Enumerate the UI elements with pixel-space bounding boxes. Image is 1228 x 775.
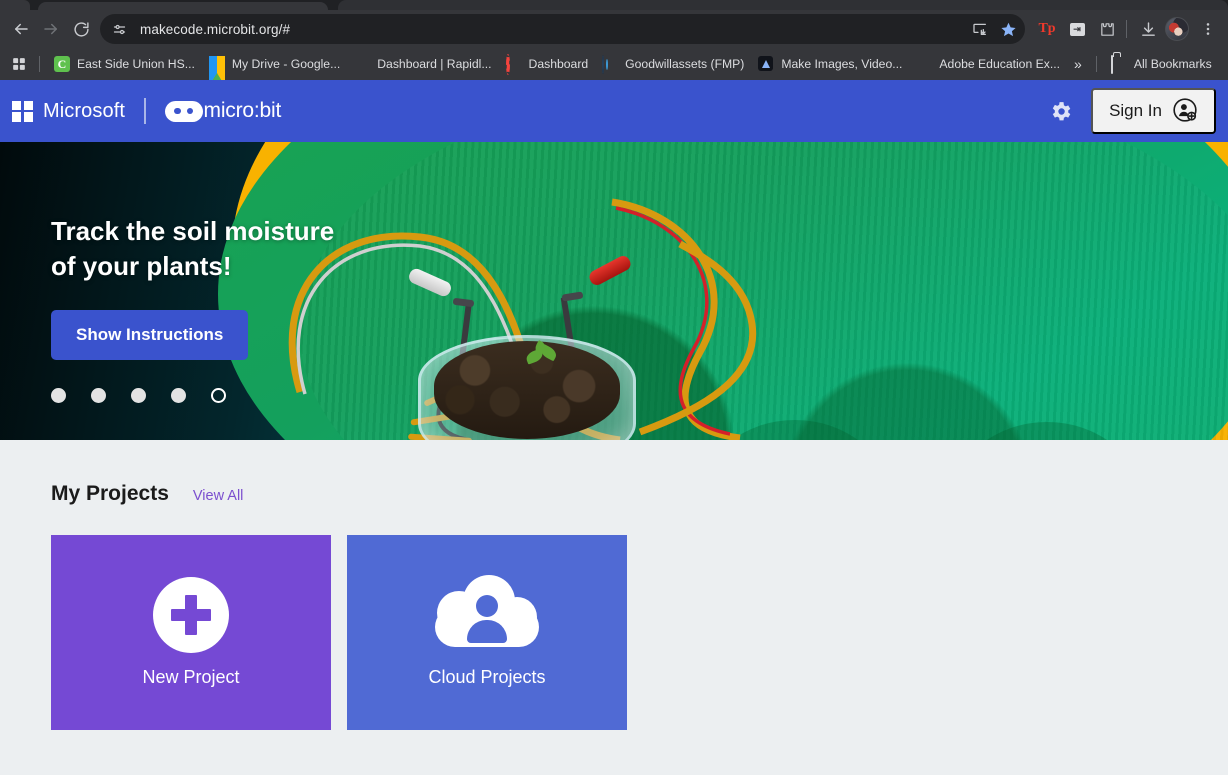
bookmark-canvas[interactable]: C East Side Union HS... (47, 52, 202, 76)
apps-grid-icon[interactable] (6, 52, 32, 76)
bookmark-label: My Drive - Google... (231, 57, 341, 71)
site-header: Microsoft micro:bit Sign In (0, 80, 1228, 142)
microbit-face-icon (164, 100, 203, 122)
canvas-favicon: C (54, 56, 70, 72)
bookmarks-divider-2 (1095, 56, 1097, 72)
view-all-link[interactable]: View All (193, 488, 244, 504)
add-person-icon (1172, 97, 1198, 126)
microsoft-logo-icon (12, 100, 33, 122)
address-bar[interactable]: makecode.microbit.org/# (100, 14, 1025, 44)
bookmark-dashboard[interactable]: Dashboard (499, 52, 596, 76)
bookmarks-divider (39, 56, 40, 72)
ai-favicon (758, 56, 774, 72)
microbit-wordmark: micro:bit (203, 99, 282, 122)
google-drive-favicon (208, 56, 225, 80)
plus-circle-icon (153, 577, 229, 653)
show-instructions-button[interactable]: Show Instructions (51, 309, 249, 360)
avatar[interactable] (1165, 17, 1189, 41)
globe-favicon (602, 55, 618, 74)
carousel-dots (51, 387, 341, 403)
hero-carousel: Track the soil moisture of your plants! … (0, 142, 1228, 440)
extension-icon[interactable]: ⇥ (1063, 15, 1091, 43)
bookmark-adobe-education[interactable]: Adobe Education Ex... (909, 52, 1067, 76)
hero-content: Track the soil moisture of your plants! … (51, 214, 341, 403)
bookmark-label: Make Images, Video... (781, 57, 903, 71)
tune-icon[interactable] (106, 16, 132, 42)
hero-nail-head-left (452, 297, 475, 308)
hero-title: Track the soil moisture of your plants! (51, 216, 335, 281)
carousel-dot-1[interactable] (51, 387, 66, 403)
sign-in-button[interactable]: Sign In (1091, 88, 1216, 134)
forward-button[interactable] (36, 14, 66, 44)
browser-chrome: makecode.microbit.org/# Tp ⇥ C East Side… (0, 0, 1228, 80)
url-text[interactable]: makecode.microbit.org/# (140, 22, 965, 37)
new-project-card[interactable]: New Project (51, 535, 331, 730)
page-content: Microsoft micro:bit Sign In Track the so… (0, 80, 1228, 775)
download-icon[interactable] (1134, 15, 1162, 43)
all-bookmarks-button[interactable]: All Bookmarks (1104, 52, 1219, 76)
bookmark-label: East Side Union HS... (77, 57, 195, 71)
bookmark-google-drive[interactable]: My Drive - Google... (202, 52, 347, 80)
kebab-menu-icon[interactable] (1194, 15, 1222, 43)
sign-in-label: Sign In (1109, 101, 1162, 120)
hero-plant-pot (398, 253, 658, 440)
carousel-dot-4[interactable] (171, 387, 186, 403)
microbit-logo[interactable]: micro:bit (164, 99, 282, 123)
bookmark-label: Dashboard | Rapidl... (377, 57, 492, 71)
carousel-dot-3[interactable] (131, 387, 146, 403)
pinwheel-favicon (354, 56, 370, 72)
back-button[interactable] (6, 14, 36, 44)
bookmark-label: Dashboard (528, 57, 589, 71)
adobe-favicon (916, 56, 932, 72)
toolbar-divider (1126, 20, 1127, 38)
projects-card-list: New Project Cloud Projects (51, 535, 1177, 730)
star-icon[interactable] (995, 16, 1021, 42)
all-bookmarks-label: All Bookmarks (1133, 57, 1212, 71)
tab-partial-left[interactable] (0, 0, 30, 10)
new-project-label: New Project (142, 667, 240, 687)
bookmarks-bar: C East Side Union HS... My Drive - Googl… (0, 48, 1228, 80)
page-title: My Projects (51, 482, 169, 505)
browser-toolbar: makecode.microbit.org/# Tp ⇥ (0, 10, 1228, 48)
microsoft-wordmark: Microsoft (43, 99, 126, 122)
cloud-person-icon (435, 575, 539, 653)
carousel-dot-5-active[interactable] (211, 387, 226, 403)
install-app-icon[interactable] (967, 16, 993, 42)
header-divider (144, 98, 146, 124)
bookmark-rapidly-dashboard[interactable]: Dashboard | Rapidl... (347, 52, 498, 76)
folder-icon (1110, 55, 1127, 74)
tab-partial-mid[interactable] (38, 2, 328, 10)
reload-button[interactable] (66, 14, 96, 44)
bookmark-goodwillassets[interactable]: Goodwillassets (FMP) (595, 52, 751, 76)
tinypng-extension-icon[interactable]: Tp (1033, 15, 1061, 43)
bookmark-label: Goodwillassets (FMP) (625, 57, 745, 71)
my-projects-header: My Projects View All (51, 440, 1177, 506)
my-projects-section: My Projects View All Import New Project … (0, 440, 1228, 730)
gear-icon[interactable] (1041, 92, 1079, 130)
cloud-projects-label: Cloud Projects (428, 667, 546, 687)
red-ring-favicon (505, 54, 522, 75)
tab-active[interactable] (338, 0, 1228, 10)
bookmark-make-images[interactable]: Make Images, Video... (751, 52, 909, 76)
bookmarks-overflow-button[interactable]: » (1067, 56, 1089, 72)
cloud-projects-card[interactable]: Cloud Projects (347, 535, 627, 730)
tab-strip[interactable] (0, 0, 1228, 10)
puzzle-extensions-icon[interactable] (1093, 15, 1121, 43)
carousel-dot-2[interactable] (91, 387, 106, 403)
bookmark-label: Adobe Education Ex... (939, 57, 1061, 71)
hero-sprout (524, 340, 560, 377)
